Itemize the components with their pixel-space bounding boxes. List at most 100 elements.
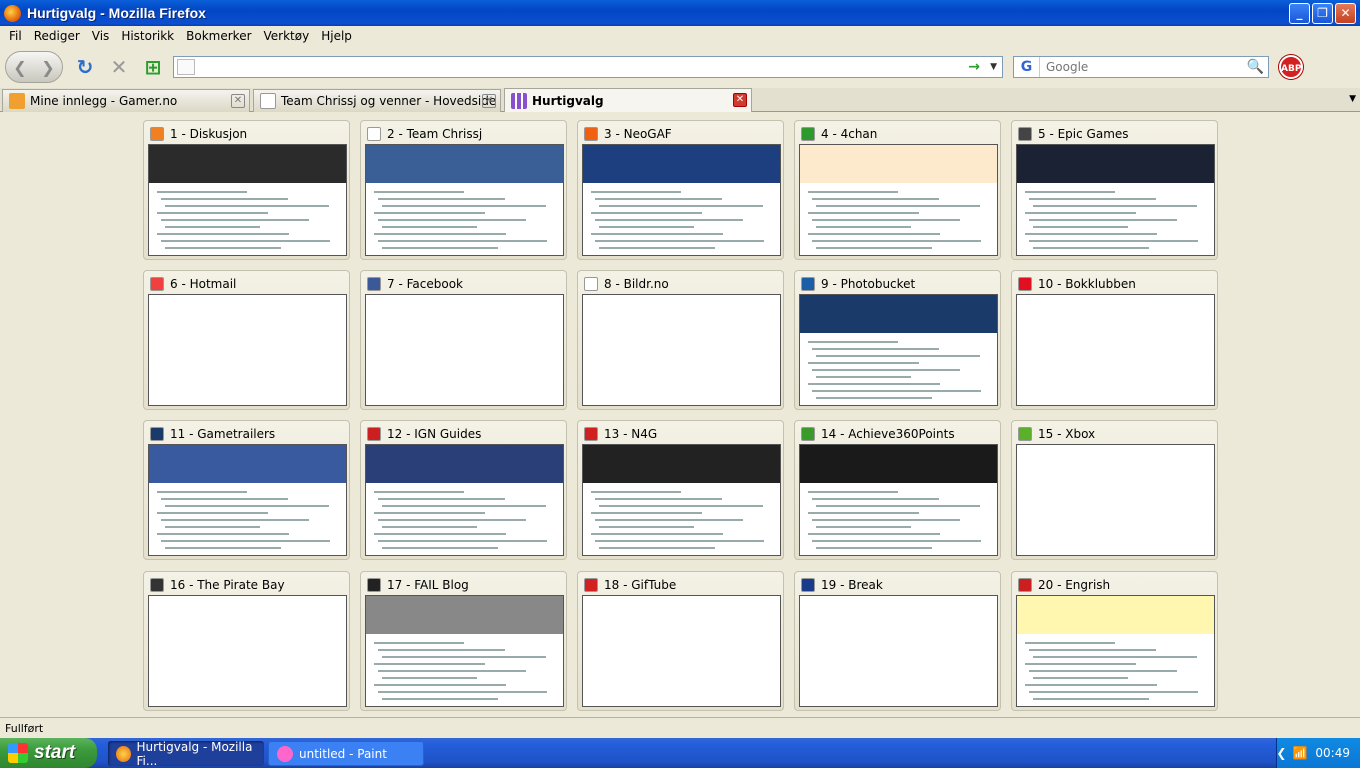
speed-dial-thumbnail[interactable] [148,595,347,707]
speed-dial-item-15[interactable]: 15 - Xbox [1011,420,1218,560]
speed-dial-item-1[interactable]: 1 - Diskusjon [143,120,350,260]
search-icon[interactable]: 🔍 [1247,59,1264,75]
minimize-button[interactable]: _ [1289,3,1310,24]
speed-dial-thumbnail[interactable] [582,144,781,256]
speed-dial-title: 11 - Gametrailers [150,426,345,442]
reload-icon[interactable]: ↻ [73,55,97,79]
thumbnail-text-line [382,677,477,679]
speed-dial-item-14[interactable]: 14 - Achieve360Points [794,420,1001,560]
menu-item-verktoy[interactable]: Verktøy [258,29,316,43]
speed-dial-thumbnail[interactable] [365,144,564,256]
site-favicon-icon [367,578,381,592]
speed-dial-thumbnail[interactable] [582,444,781,556]
speed-dial-item-5[interactable]: 5 - Epic Games [1011,120,1218,260]
tab-close-icon[interactable]: ✕ [231,94,245,108]
thumbnail-text-line [816,376,911,378]
speed-dial-thumbnail[interactable] [582,294,781,406]
taskbar-item-paint[interactable]: untitled - Paint [268,741,424,766]
speed-dial-item-18[interactable]: 18 - GifTube [577,571,784,711]
tab-close-icon[interactable]: ✕ [733,93,747,107]
thumbnail-text-line [1025,212,1136,214]
speed-dial-title: 19 - Break [801,577,996,593]
thumbnail-text-line [1029,649,1156,651]
site-favicon-icon [801,427,815,441]
tab-hurtigvalg[interactable]: Hurtigvalg ✕ [504,88,752,112]
thumbnail-text-line [1025,663,1136,665]
tab-list-dropdown-icon[interactable]: ▼ [1349,94,1356,104]
thumbnail-text-line [808,362,919,364]
thumbnail-text-line [161,219,309,221]
thumbnail-text-line [382,505,546,507]
speed-dial-item-2[interactable]: 2 - Team Chrissj [360,120,567,260]
network-icon[interactable]: 📶 [1292,746,1307,760]
thumbnail-text-line [157,512,268,514]
speed-dial-item-6[interactable]: 6 - Hotmail [143,270,350,410]
tab-gamer[interactable]: Mine innlegg - Gamer.no ✕ [2,89,250,112]
adblock-icon[interactable]: ABP [1279,55,1303,79]
speed-dial-title: 7 - Facebook [367,276,562,292]
start-button[interactable]: start [0,738,97,768]
tray-arrow-icon[interactable]: ❮ [1276,746,1286,760]
speed-dial-thumbnail[interactable] [799,144,998,256]
site-favicon-icon [150,427,164,441]
go-arrow-icon[interactable]: → [968,59,980,75]
speed-dial-item-20[interactable]: 20 - Engrish [1011,571,1218,711]
speed-dial-thumbnail[interactable] [148,294,347,406]
url-dropdown-icon[interactable]: ▼ [990,62,997,72]
speed-dial-thumbnail[interactable] [799,595,998,707]
speed-dial-thumbnail[interactable] [148,144,347,256]
back-arrow-icon[interactable]: ❮ [13,58,26,77]
thumbnail-header [800,145,997,183]
speed-dial-item-11[interactable]: 11 - Gametrailers [143,420,350,560]
url-bar[interactable]: → ▼ [173,56,1003,78]
menu-item-rediger[interactable]: Rediger [28,29,86,43]
close-window-button[interactable]: ✕ [1335,3,1356,24]
speed-dial-item-7[interactable]: 7 - Facebook [360,270,567,410]
menu-item-hjelp[interactable]: Hjelp [315,29,358,43]
speed-dial-thumbnail[interactable] [365,444,564,556]
speed-dial-item-10[interactable]: 10 - Bokklubben [1011,270,1218,410]
thumbnail-text-line [378,649,505,651]
stop-icon[interactable]: ✕ [107,55,131,79]
speed-dial-item-17[interactable]: 17 - FAIL Blog [360,571,567,711]
speed-dial-item-16[interactable]: 16 - The Pirate Bay [143,571,350,711]
search-input[interactable] [1046,60,1236,74]
tab-team-chrissj[interactable]: Team Chrissj og venner - Hovedside ✕ [253,89,501,112]
speed-dial-thumbnail[interactable] [365,595,564,707]
speed-dial-item-12[interactable]: 12 - IGN Guides [360,420,567,560]
menu-item-vis[interactable]: Vis [86,29,116,43]
site-favicon-icon [584,427,598,441]
speed-dial-thumbnail[interactable] [582,595,781,707]
speed-dial-thumbnail[interactable] [365,294,564,406]
speed-dial-thumbnail[interactable] [148,444,347,556]
speed-dial-label: 7 - Facebook [387,277,463,291]
speed-dial-item-4[interactable]: 4 - 4chan [794,120,1001,260]
restore-button[interactable]: ❐ [1312,3,1333,24]
thumbnail-text-line [374,533,506,535]
menu-item-historikk[interactable]: Historikk [115,29,180,43]
speed-dial-thumbnail[interactable] [799,444,998,556]
search-engine-icon[interactable]: G [1014,57,1040,77]
speed-dial-item-8[interactable]: 8 - Bildr.no [577,270,784,410]
speed-dial-thumbnail[interactable] [1016,294,1215,406]
speed-dial-thumbnail[interactable] [799,294,998,406]
speed-dial-thumbnail[interactable] [1016,595,1215,707]
menu-item-fil[interactable]: Fil [3,29,28,43]
thumbnail-text-line [374,512,485,514]
forward-arrow-icon[interactable]: ❯ [41,58,54,77]
speed-dial-thumbnail[interactable] [1016,444,1215,556]
taskbar-item-firefox[interactable]: Hurtigvalg - Mozilla Fi... [108,740,264,768]
new-tab-icon[interactable]: ⊞ [141,55,165,79]
thumbnail-text-line [808,341,898,343]
speed-dial-title: 13 - N4G [584,426,779,442]
speed-dial-item-9[interactable]: 9 - Photobucket [794,270,1001,410]
speed-dial-thumbnail[interactable] [1016,144,1215,256]
speed-dial-item-3[interactable]: 3 - NeoGAF [577,120,784,260]
search-bar[interactable]: G 🔍 [1013,56,1269,78]
speed-dial-item-19[interactable]: 19 - Break [794,571,1001,711]
tab-close-icon[interactable]: ✕ [482,94,496,108]
thumbnail-text-line [378,691,547,693]
menu-item-bokmerker[interactable]: Bokmerker [180,29,257,43]
thumbnail-text-line [374,491,464,493]
speed-dial-item-13[interactable]: 13 - N4G [577,420,784,560]
